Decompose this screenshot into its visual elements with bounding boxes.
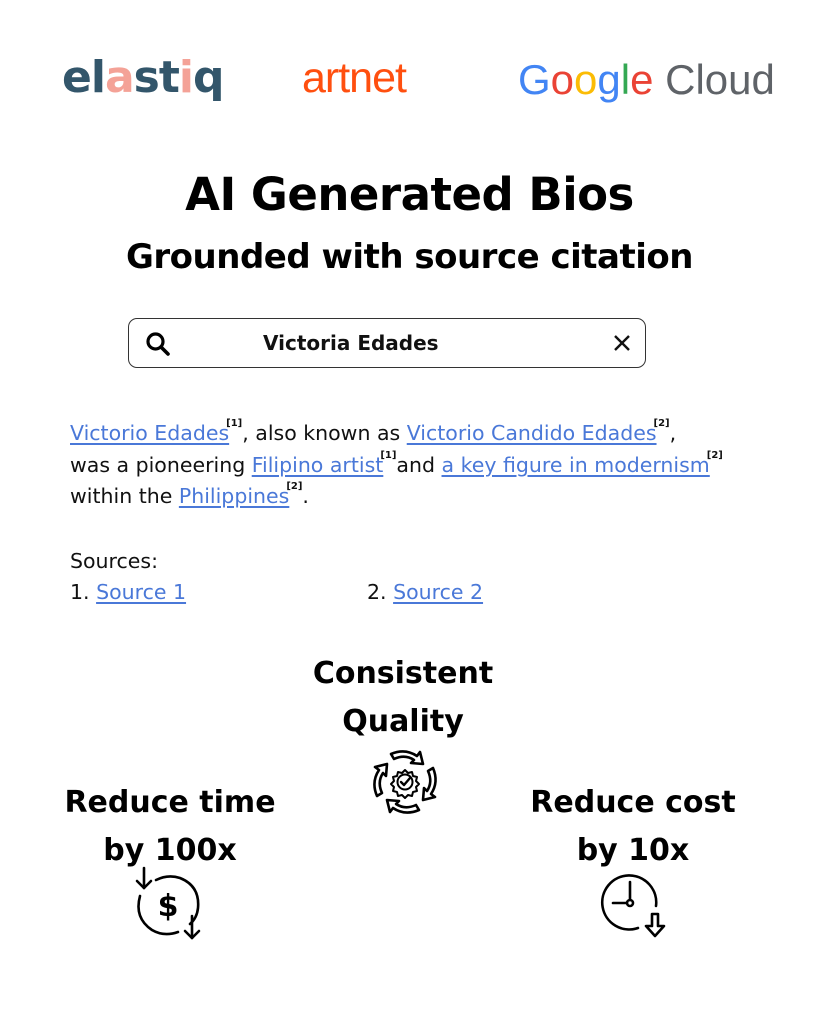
bio-link-philippines[interactable]: Philippines xyxy=(179,484,289,508)
source-number: 1. xyxy=(70,580,97,604)
bio-paragraph: Victorio Edades[1], also known as Victor… xyxy=(70,418,770,513)
logo-text: o xyxy=(550,56,575,103)
svg-text:$: $ xyxy=(158,889,179,924)
bio-text: , also known as xyxy=(242,421,407,445)
logo-text: st xyxy=(133,52,180,103)
logo-text: i xyxy=(178,52,194,103)
bio-link-key-figure-modernism[interactable]: a key figure in modernism xyxy=(442,453,710,477)
logo-text: q xyxy=(192,52,224,103)
logo-text: e xyxy=(630,56,654,103)
google-cloud-logo: Google Cloud xyxy=(518,56,775,104)
page-title: AI Generated Bios xyxy=(185,168,634,221)
bio-line: Victorio Edades[1], also known as Victor… xyxy=(70,418,770,450)
bio-text: , xyxy=(669,421,677,445)
search-icon[interactable] xyxy=(145,331,171,357)
quality-cycle-icon xyxy=(373,750,437,814)
logo-text: G xyxy=(518,56,551,103)
citation-marker[interactable]: [2] xyxy=(707,450,723,461)
bio-link-victorio-edades[interactable]: Victorio Edades xyxy=(70,421,229,445)
source-item: 2. Source 2 xyxy=(367,577,483,607)
bio-text: . xyxy=(302,484,309,508)
citation-marker[interactable]: [1] xyxy=(380,450,396,461)
logo-text: el xyxy=(62,52,106,103)
page-subtitle: Grounded with source citation xyxy=(126,237,693,277)
source-link-2[interactable]: Source 2 xyxy=(393,580,483,604)
feature-title: Reduce time xyxy=(64,785,276,820)
dollar-cycle-down-icon: $ xyxy=(135,866,201,940)
logo-text: a xyxy=(104,52,135,103)
logo-text: o xyxy=(574,56,598,103)
feature-consistent-quality: Consistent Quality xyxy=(290,650,516,746)
citation-marker[interactable]: [2] xyxy=(286,481,302,492)
logo-text: l xyxy=(620,56,631,103)
sources-list: Sources: 1. Source 1 2. Source 2 xyxy=(70,546,483,604)
search-input[interactable] xyxy=(189,327,585,359)
feature-title: Quality xyxy=(342,704,464,739)
search-bar[interactable] xyxy=(128,318,646,368)
bio-link-victorio-candido-edades[interactable]: Victorio Candido Edades xyxy=(407,421,657,445)
feature-reduce-time: Reduce time by 100x xyxy=(50,779,290,875)
bio-line: within the Philippines[2]. xyxy=(70,481,770,513)
citation-marker[interactable]: [2] xyxy=(654,418,670,429)
bio-text: within the xyxy=(70,484,179,508)
feature-title: by 10x xyxy=(576,833,690,868)
clock-down-icon xyxy=(600,874,666,938)
source-link-1[interactable]: Source 1 xyxy=(96,580,186,604)
bio-text: and xyxy=(396,452,442,477)
source-item: 1. Source 1 xyxy=(70,577,186,607)
feature-title: Consistent xyxy=(312,656,494,691)
citation-marker[interactable]: [1] xyxy=(226,418,242,429)
elastiq-logo: elastiq xyxy=(62,52,224,103)
artnet-logo: artnet xyxy=(302,54,407,102)
logo-text: Cloud xyxy=(665,56,775,103)
logo-text: g xyxy=(597,56,621,103)
sources-label: Sources: xyxy=(70,549,158,573)
bio-line: was a pioneering Filipino artist[1]and a… xyxy=(70,450,770,482)
bio-link-filipino-artist[interactable]: Filipino artist xyxy=(252,453,384,477)
close-icon[interactable] xyxy=(611,332,633,354)
bio-text: was a pioneering xyxy=(70,452,252,477)
feature-title: Reduce cost xyxy=(530,785,736,820)
feature-reduce-cost: Reduce cost by 10x xyxy=(510,779,756,875)
source-number: 2. xyxy=(367,580,394,604)
